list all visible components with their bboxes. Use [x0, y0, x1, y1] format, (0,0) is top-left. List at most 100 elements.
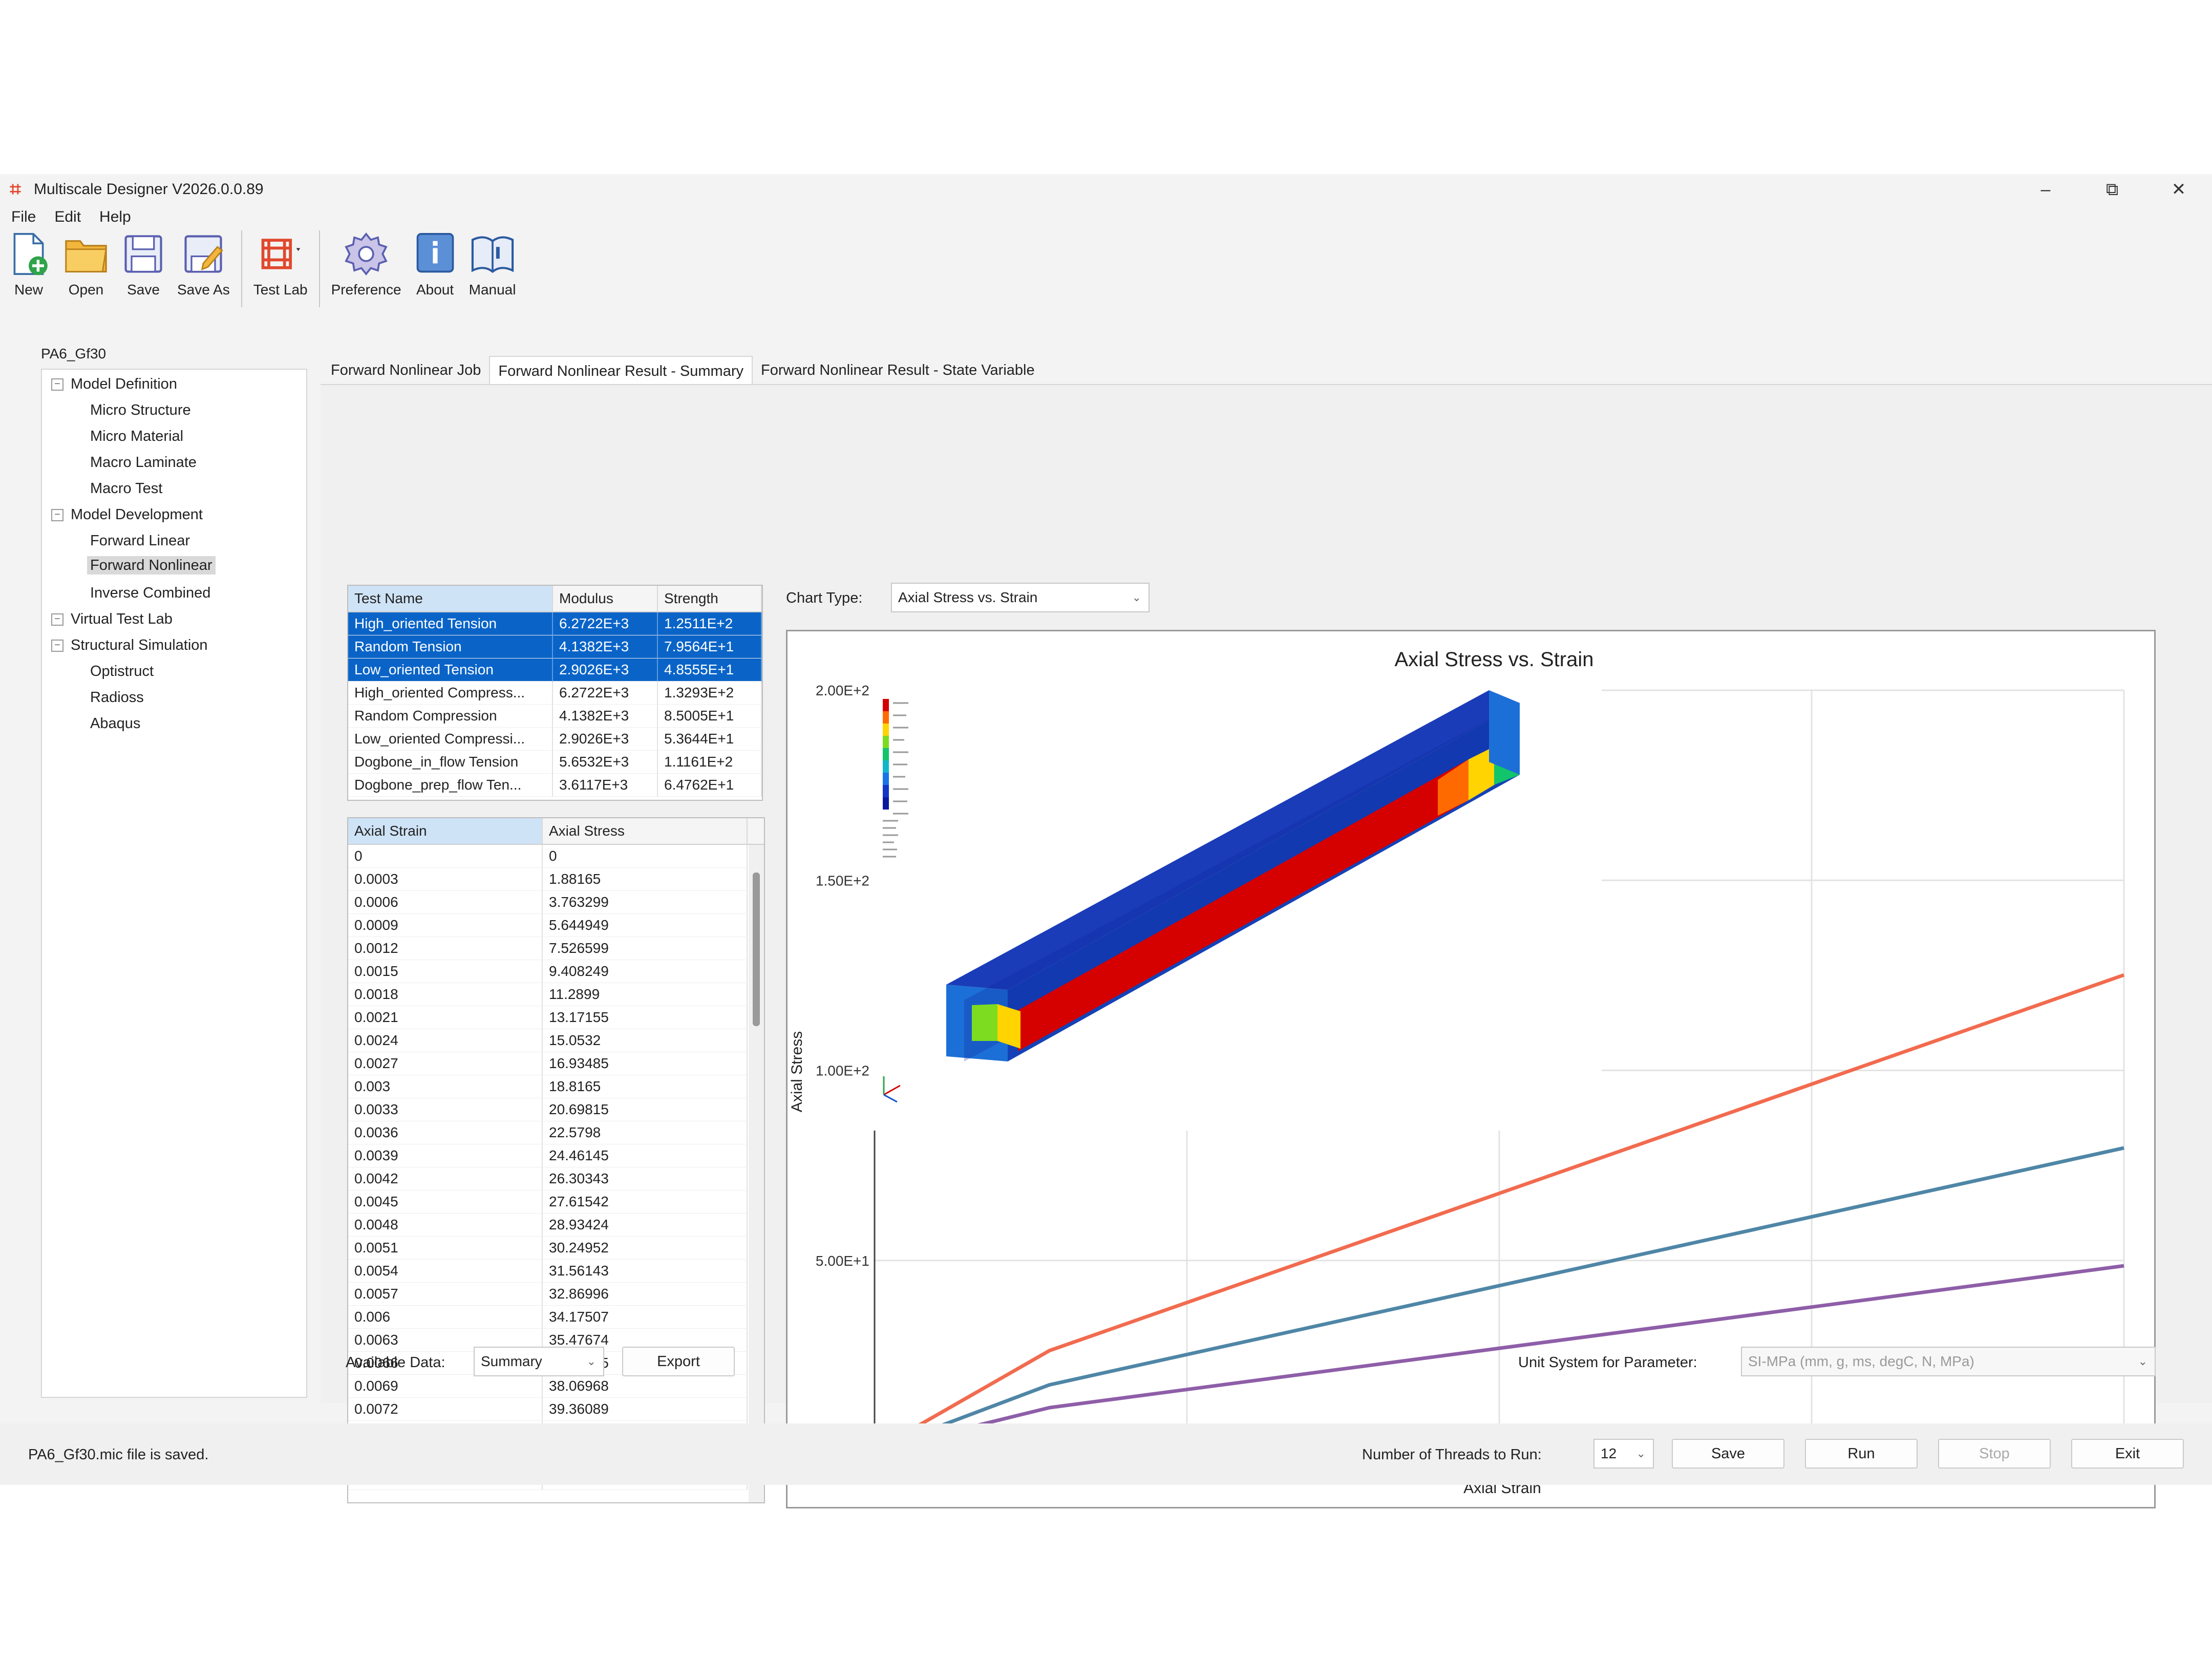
about-button[interactable]: About	[407, 230, 464, 298]
table-row[interactable]: High_oriented Tension 6.2722E+3 1.2511E+2	[348, 612, 762, 635]
manual-label: Manual	[469, 282, 516, 297]
table-row[interactable]: 0.0021 13.17155	[348, 1006, 764, 1029]
menu-help[interactable]: Help	[99, 208, 131, 226]
tree-item-forward-linear[interactable]: Forward Linear	[90, 533, 190, 549]
tree-item-micro-structure[interactable]: Micro Structure	[90, 402, 191, 419]
column-header-strength[interactable]: Strength	[658, 586, 762, 611]
minimize-button[interactable]: –	[2012, 174, 2079, 205]
table-cell: 8.5005E+1	[658, 705, 762, 728]
table-cell: Low_oriented Compressi...	[348, 728, 553, 751]
table-row[interactable]: 0.0033 20.69815	[348, 1098, 764, 1121]
y-tick-label: 5.00E+1	[816, 1253, 869, 1269]
collapse-icon[interactable]: −	[51, 378, 63, 391]
table-row[interactable]: Low_oriented Tension 2.9026E+3 4.8555E+1	[348, 658, 762, 682]
tree-group-model-development[interactable]: − Model Development	[51, 506, 203, 523]
tab-result-summary[interactable]: Forward Nonlinear Result - Summary	[489, 356, 753, 387]
tab-forward-nonlinear-job[interactable]: Forward Nonlinear Job	[323, 356, 489, 387]
table-row[interactable]: 0.0009 5.644949	[348, 914, 764, 937]
manual-button[interactable]: Manual	[464, 230, 521, 298]
collapse-icon[interactable]: −	[51, 509, 63, 522]
threads-select[interactable]: 12 ⌄	[1593, 1439, 1654, 1469]
table-row[interactable]: Dogbone_in_flow Tension 5.6532E+3 1.1161E+…	[348, 751, 762, 774]
summary-table-body: High_oriented Tension 6.2722E+3 1.2511E+2 R…	[348, 612, 762, 797]
tree-group-model-definition[interactable]: − Model Definition	[51, 376, 177, 393]
collapse-icon[interactable]: −	[51, 640, 63, 652]
window-controls: – ⧉ ✕	[2012, 174, 2212, 205]
table-row[interactable]: 00	[348, 845, 764, 868]
table-row[interactable]: 0.0006 3.763299	[348, 891, 764, 914]
table-row[interactable]: 0.0054 31.56143	[348, 1260, 764, 1283]
table-cell: High_oriented Tension	[348, 612, 553, 635]
tree-item-abaqus[interactable]: Abaqus	[90, 715, 140, 732]
menu-file[interactable]: File	[11, 208, 36, 226]
preference-button[interactable]: Preference	[326, 230, 407, 298]
unit-system-select[interactable]: SI-MPa (mm, g, ms, degC, N, MPa) ⌄	[1741, 1347, 2156, 1376]
table-row[interactable]: 0.0051 30.24952	[348, 1237, 764, 1260]
new-label: New	[14, 282, 43, 297]
column-header-axial-stress[interactable]: Axial Stress	[543, 818, 748, 844]
strain-stress-table[interactable]: Axial Strain Axial Stress 0 0 0.0003 1.8816…	[347, 817, 765, 1503]
tree-item-radioss[interactable]: Radioss	[90, 689, 144, 706]
table-row[interactable]: Dogbone_prep_flow Ten... 3.6117E+3 6.4762E…	[348, 774, 762, 797]
table-row[interactable]: 0.0024 15.0532	[348, 1029, 764, 1052]
tree-item-macro-test[interactable]: Macro Test	[90, 480, 162, 497]
table-cell: 7.9564E+1	[658, 635, 762, 658]
available-data-select[interactable]: Summary ⌄	[474, 1347, 604, 1376]
model-tree: − Model Definition Micro Structure Micro …	[41, 369, 307, 1398]
vertical-scrollbar[interactable]	[749, 845, 764, 1502]
test-lab-button[interactable]: Test Lab	[248, 230, 313, 298]
stop-button[interactable]: Stop	[1938, 1439, 2051, 1469]
restore-button[interactable]: ⧉	[2079, 174, 2145, 205]
table-row[interactable]: 0.0072 39.36089	[348, 1398, 764, 1421]
summary-table[interactable]: Test Name Modulus Strength High_oriented…	[347, 585, 763, 801]
threads-label: Number of Threads to Run:	[1362, 1447, 1542, 1463]
tree-item-inverse-combined[interactable]: Inverse Combined	[90, 585, 210, 602]
exit-button[interactable]: Exit	[2071, 1439, 2184, 1469]
save-button[interactable]: Save	[1672, 1439, 1784, 1469]
collapse-icon[interactable]: −	[51, 613, 63, 626]
tree-item-optistruct[interactable]: Optistruct	[90, 663, 154, 680]
table-row[interactable]: 0.0012 7.526599	[348, 937, 764, 960]
tree-item-forward-nonlinear[interactable]: Forward Nonlinear	[87, 556, 216, 575]
chart-type-select[interactable]: Axial Stress vs. Strain ⌄	[891, 583, 1150, 612]
table-cell: 4.1382E+3	[553, 635, 658, 658]
column-header-test-name[interactable]: Test Name	[348, 586, 553, 611]
column-header-modulus[interactable]: Modulus	[553, 586, 658, 611]
tree-item-macro-laminate[interactable]: Macro Laminate	[90, 454, 197, 471]
table-cell: 0.0021	[348, 1006, 543, 1029]
y-tick-label: 1.50E+2	[816, 873, 869, 888]
table-row[interactable]: 0.0036 22.5798	[348, 1121, 764, 1144]
column-header-axial-strain[interactable]: Axial Strain	[348, 818, 543, 844]
menu-edit[interactable]: Edit	[54, 208, 81, 226]
tree-group-virtual-test-lab[interactable]: − Virtual Test Lab	[51, 611, 173, 628]
table-row[interactable]: 0.0018 11.2899	[348, 983, 764, 1006]
table-row[interactable]: 0.0042 26.30343	[348, 1167, 764, 1190]
unit-system-value: SI-MPa (mm, g, ms, degC, N, MPa)	[1748, 1353, 1974, 1369]
table-row[interactable]: 0.003 18.8165	[348, 1075, 764, 1098]
table-row[interactable]: 0.0015 9.408249	[348, 960, 764, 983]
table-row[interactable]: 0.0057 32.86996	[348, 1283, 764, 1306]
table-row[interactable]: 0.0048 28.93424	[348, 1214, 764, 1237]
close-button[interactable]: ✕	[2145, 174, 2212, 205]
table-row[interactable]: High_oriented Compress... 6.2722E+3 1.3293…	[348, 682, 762, 705]
tab-state-variable[interactable]: Forward Nonlinear Result - State Variabl…	[753, 356, 1043, 387]
save-as-button[interactable]: Save As	[172, 230, 235, 298]
scrollbar-thumb[interactable]	[753, 873, 760, 1026]
table-row[interactable]: 0.0027 16.93485	[348, 1052, 764, 1075]
open-button[interactable]: Open	[57, 230, 115, 298]
table-row[interactable]: Low_oriented Compressi... 2.9026E+3 5.3644…	[348, 728, 762, 751]
save-icon	[124, 235, 162, 273]
tree-group-structural-simulation[interactable]: − Structural Simulation	[51, 637, 208, 654]
table-row[interactable]: 0.0039 24.46145	[348, 1144, 764, 1167]
table-row[interactable]: 0.006 34.17507	[348, 1306, 764, 1329]
table-row[interactable]: 0.0003 1.88165	[348, 868, 764, 891]
save-button-toolbar[interactable]: Save	[115, 230, 172, 298]
table-row[interactable]: 0.0069 38.06968	[348, 1375, 764, 1398]
table-row[interactable]: 0.0045 27.61542	[348, 1190, 764, 1214]
table-row[interactable]: Random Compression 4.1382E+3 8.5005E+1	[348, 705, 762, 728]
tree-item-micro-material[interactable]: Micro Material	[90, 428, 183, 445]
run-button[interactable]: Run	[1805, 1439, 1918, 1469]
new-button[interactable]: New	[0, 230, 57, 298]
table-row[interactable]: Random Tension 4.1382E+3 7.9564E+1	[348, 635, 762, 658]
export-button[interactable]: Export	[622, 1347, 735, 1376]
